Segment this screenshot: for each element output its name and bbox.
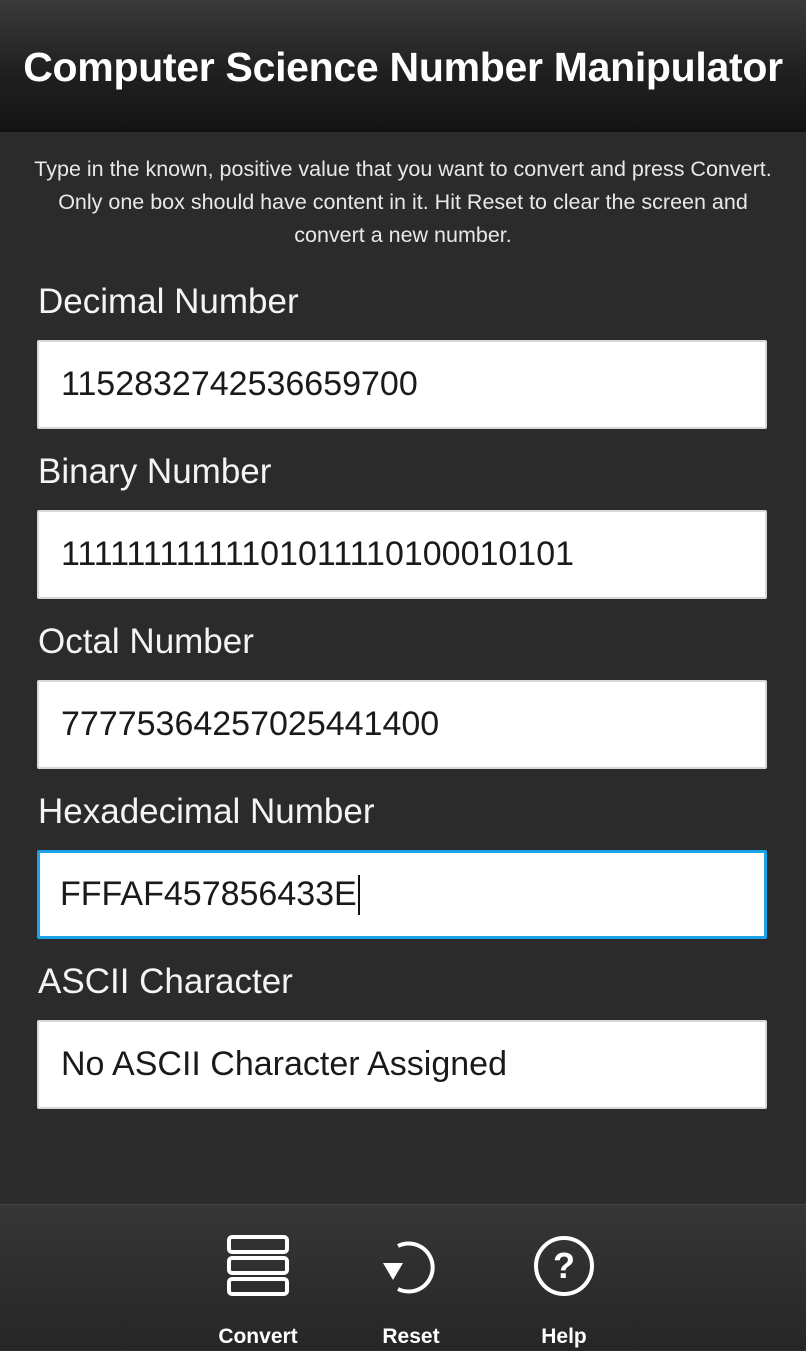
decimal-input[interactable]: 115283274253665970​0 <box>37 340 767 429</box>
action-bar: Convert Reset ? Help <box>0 1204 806 1350</box>
help-button[interactable]: ? Help <box>499 1205 629 1351</box>
text-cursor <box>357 874 360 915</box>
svg-text:?: ? <box>553 1245 575 1286</box>
ascii-value: No ASCII Character Assigned <box>61 1045 508 1083</box>
decimal-value: 115283274253665970​0 <box>61 365 418 403</box>
hex-value: FFFAF457856433E <box>60 875 357 913</box>
octal-value: 7777536425702544140​0 <box>61 705 440 743</box>
reset-label: Reset <box>382 1325 440 1348</box>
octal-input[interactable]: 7777536425702544140​0 <box>37 680 767 769</box>
hex-label: Hexadecimal Number <box>38 792 375 831</box>
help-label: Help <box>541 1325 587 1348</box>
decimal-label: Decimal Number <box>38 282 299 321</box>
binary-input[interactable]: 11111111111101011110100010101 <box>37 510 767 599</box>
help-question-icon: ? <box>534 1236 594 1296</box>
ascii-input[interactable]: No ASCII Character Assigned <box>37 1020 767 1109</box>
ascii-label: ASCII Character <box>38 962 293 1001</box>
reset-button[interactable]: Reset <box>346 1205 476 1351</box>
hex-input[interactable]: FFFAF457856433E <box>37 850 767 939</box>
reset-arrow-icon <box>383 1241 435 1294</box>
title-bar: Computer Science Number Manipulator <box>0 0 806 132</box>
convert-button[interactable]: Convert <box>193 1205 323 1351</box>
convert-label: Convert <box>218 1325 298 1348</box>
octal-label: Octal Number <box>38 622 254 661</box>
instructions-text: Type in the known, positive value that y… <box>34 157 772 247</box>
hex-value-wrap: FFFAF457856433E <box>60 853 360 936</box>
app-title: Computer Science Number Manipulator <box>23 44 783 90</box>
binary-label: Binary Number <box>38 452 272 491</box>
convert-stack-icon <box>227 1235 289 1296</box>
binary-value: 11111111111101011110100010101 <box>61 535 575 573</box>
